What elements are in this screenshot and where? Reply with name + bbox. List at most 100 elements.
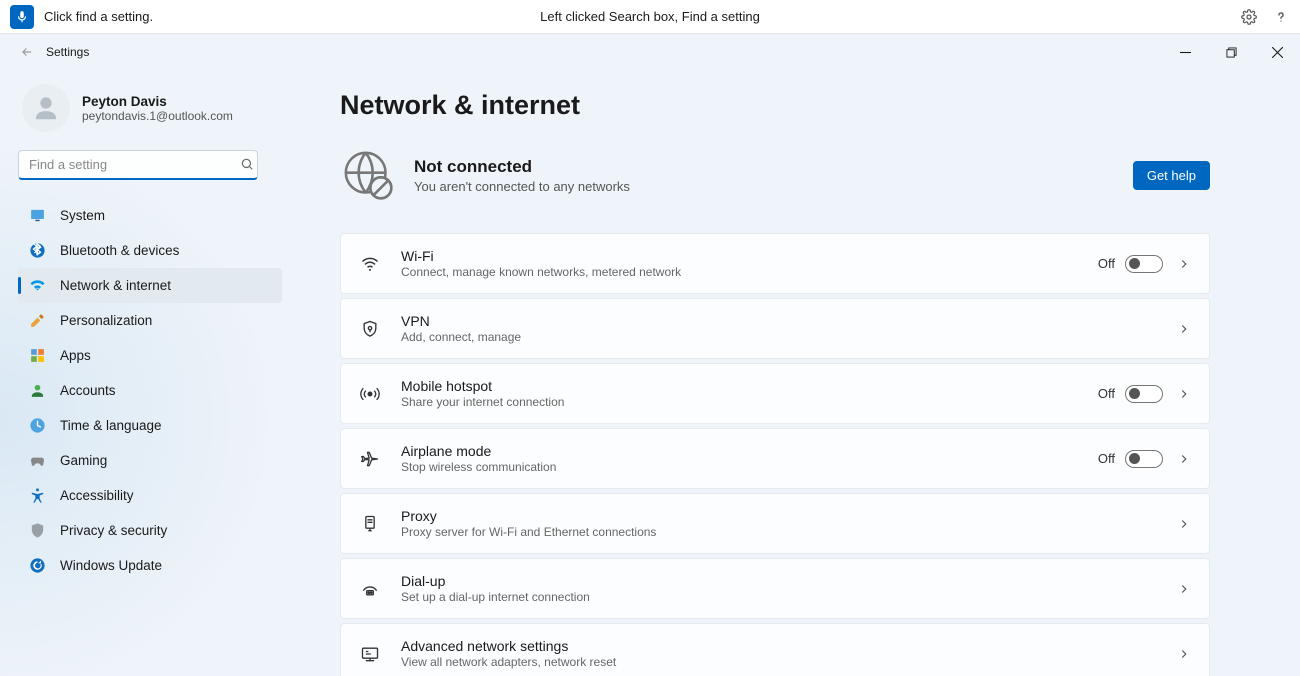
chevron-right-icon xyxy=(1177,257,1191,271)
wifi-icon xyxy=(359,253,381,275)
privacy-icon xyxy=(28,522,46,540)
update-icon xyxy=(28,557,46,575)
nav-label: Bluetooth & devices xyxy=(60,243,179,258)
card-title: Wi-Fi xyxy=(401,248,1098,264)
card-title: VPN xyxy=(401,313,1177,329)
nav-label: Time & language xyxy=(60,418,162,433)
nav-item-time[interactable]: Time & language xyxy=(18,408,282,443)
nav-label: Accounts xyxy=(60,383,116,398)
nav-item-accessibility[interactable]: Accessibility xyxy=(18,478,282,513)
card-title: Dial-up xyxy=(401,573,1177,589)
app-title: Settings xyxy=(46,45,89,59)
card-wifi[interactable]: Wi-Fi Connect, manage known networks, me… xyxy=(340,233,1210,294)
card-title: Proxy xyxy=(401,508,1177,524)
user-email: peytondavis.1@outlook.com xyxy=(82,109,233,123)
card-state: Off xyxy=(1098,451,1115,466)
nav-label: Gaming xyxy=(60,453,107,468)
arrow-left-icon xyxy=(20,45,34,59)
chevron-right-icon xyxy=(1177,517,1191,531)
maximize-button[interactable] xyxy=(1208,34,1254,70)
card-state: Off xyxy=(1098,256,1115,271)
nav-item-network[interactable]: Network & internet xyxy=(18,268,282,303)
get-help-button[interactable]: Get help xyxy=(1133,161,1210,190)
search-input[interactable] xyxy=(18,150,258,180)
apps-icon xyxy=(28,347,46,365)
card-title: Airplane mode xyxy=(401,443,1098,459)
card-title: Mobile hotspot xyxy=(401,378,1098,394)
dialup-icon xyxy=(359,578,381,600)
nav-label: Network & internet xyxy=(60,278,171,293)
accounts-icon xyxy=(28,382,46,400)
card-vpn[interactable]: VPN Add, connect, manage xyxy=(340,298,1210,359)
card-state: Off xyxy=(1098,386,1115,401)
status-row: Not connected You aren't connected to an… xyxy=(340,147,1210,203)
chevron-right-icon xyxy=(1177,582,1191,596)
minimize-button[interactable] xyxy=(1162,34,1208,70)
nav-label: Apps xyxy=(60,348,91,363)
instruction-center: Left clicked Search box, Find a setting xyxy=(540,9,760,24)
nav-item-accounts[interactable]: Accounts xyxy=(18,373,282,408)
nav-label: Personalization xyxy=(60,313,152,328)
cards-list: Wi-Fi Connect, manage known networks, me… xyxy=(340,233,1210,676)
toggle-switch[interactable] xyxy=(1125,385,1163,403)
nav-item-system[interactable]: System xyxy=(18,198,282,233)
nav-label: Privacy & security xyxy=(60,523,167,538)
vpn-icon xyxy=(359,318,381,340)
instruction-bar: Click find a setting. Left clicked Searc… xyxy=(0,0,1300,34)
toggle-switch[interactable] xyxy=(1125,255,1163,273)
globe-disconnected-icon xyxy=(340,147,396,203)
card-subtitle: Connect, manage known networks, metered … xyxy=(401,265,1098,279)
nav-list: System Bluetooth & devices Network & inter… xyxy=(18,198,282,583)
chevron-right-icon xyxy=(1177,322,1191,336)
card-subtitle: Share your internet connection xyxy=(401,395,1098,409)
accessibility-icon xyxy=(28,487,46,505)
back-button[interactable] xyxy=(18,43,36,61)
nav-item-apps[interactable]: Apps xyxy=(18,338,282,373)
nav-item-privacy[interactable]: Privacy & security xyxy=(18,513,282,548)
mic-icon xyxy=(15,10,29,24)
toggle-switch[interactable] xyxy=(1125,450,1163,468)
network-icon xyxy=(28,277,46,295)
card-airplane[interactable]: Airplane mode Stop wireless communicatio… xyxy=(340,428,1210,489)
status-subtitle: You aren't connected to any networks xyxy=(414,179,630,194)
nav-item-update[interactable]: Windows Update xyxy=(18,548,282,583)
chevron-right-icon xyxy=(1177,452,1191,466)
nav-item-bluetooth[interactable]: Bluetooth & devices xyxy=(18,233,282,268)
hotspot-icon xyxy=(359,383,381,405)
system-icon xyxy=(28,207,46,225)
help-icon[interactable] xyxy=(1272,8,1290,26)
card-subtitle: Proxy server for Wi-Fi and Ethernet conn… xyxy=(401,525,1177,539)
card-subtitle: Set up a dial-up internet connection xyxy=(401,590,1177,604)
chevron-right-icon xyxy=(1177,387,1191,401)
nav-item-gaming[interactable]: Gaming xyxy=(18,443,282,478)
time-icon xyxy=(28,417,46,435)
card-dialup[interactable]: Dial-up Set up a dial-up internet connec… xyxy=(340,558,1210,619)
title-row: Settings xyxy=(0,34,1300,70)
card-proxy[interactable]: Proxy Proxy server for Wi-Fi and Etherne… xyxy=(340,493,1210,554)
gear-icon[interactable] xyxy=(1240,8,1258,26)
card-advanced[interactable]: Advanced network settings View all netwo… xyxy=(340,623,1210,676)
content: Network & internet Not connected You are… xyxy=(300,70,1300,676)
avatar xyxy=(22,84,70,132)
advanced-icon xyxy=(359,643,381,665)
close-button[interactable] xyxy=(1254,34,1300,70)
instruction-text: Click find a setting. xyxy=(44,9,153,24)
personalize-icon xyxy=(28,312,46,330)
person-icon xyxy=(31,93,61,123)
sidebar: Peyton Davis peytondavis.1@outlook.com S… xyxy=(0,70,300,676)
card-hotspot[interactable]: Mobile hotspot Share your internet conne… xyxy=(340,363,1210,424)
page-title: Network & internet xyxy=(340,90,1210,121)
status-title: Not connected xyxy=(414,157,630,177)
gaming-icon xyxy=(28,452,46,470)
proxy-icon xyxy=(359,513,381,535)
card-subtitle: View all network adapters, network reset xyxy=(401,655,1177,669)
user-name: Peyton Davis xyxy=(82,94,233,109)
user-block[interactable]: Peyton Davis peytondavis.1@outlook.com xyxy=(18,84,282,132)
bluetooth-icon xyxy=(28,242,46,260)
nav-label: Windows Update xyxy=(60,558,162,573)
nav-item-personalize[interactable]: Personalization xyxy=(18,303,282,338)
chevron-right-icon xyxy=(1177,647,1191,661)
nav-label: System xyxy=(60,208,105,223)
mic-button[interactable] xyxy=(10,5,34,29)
airplane-icon xyxy=(359,448,381,470)
